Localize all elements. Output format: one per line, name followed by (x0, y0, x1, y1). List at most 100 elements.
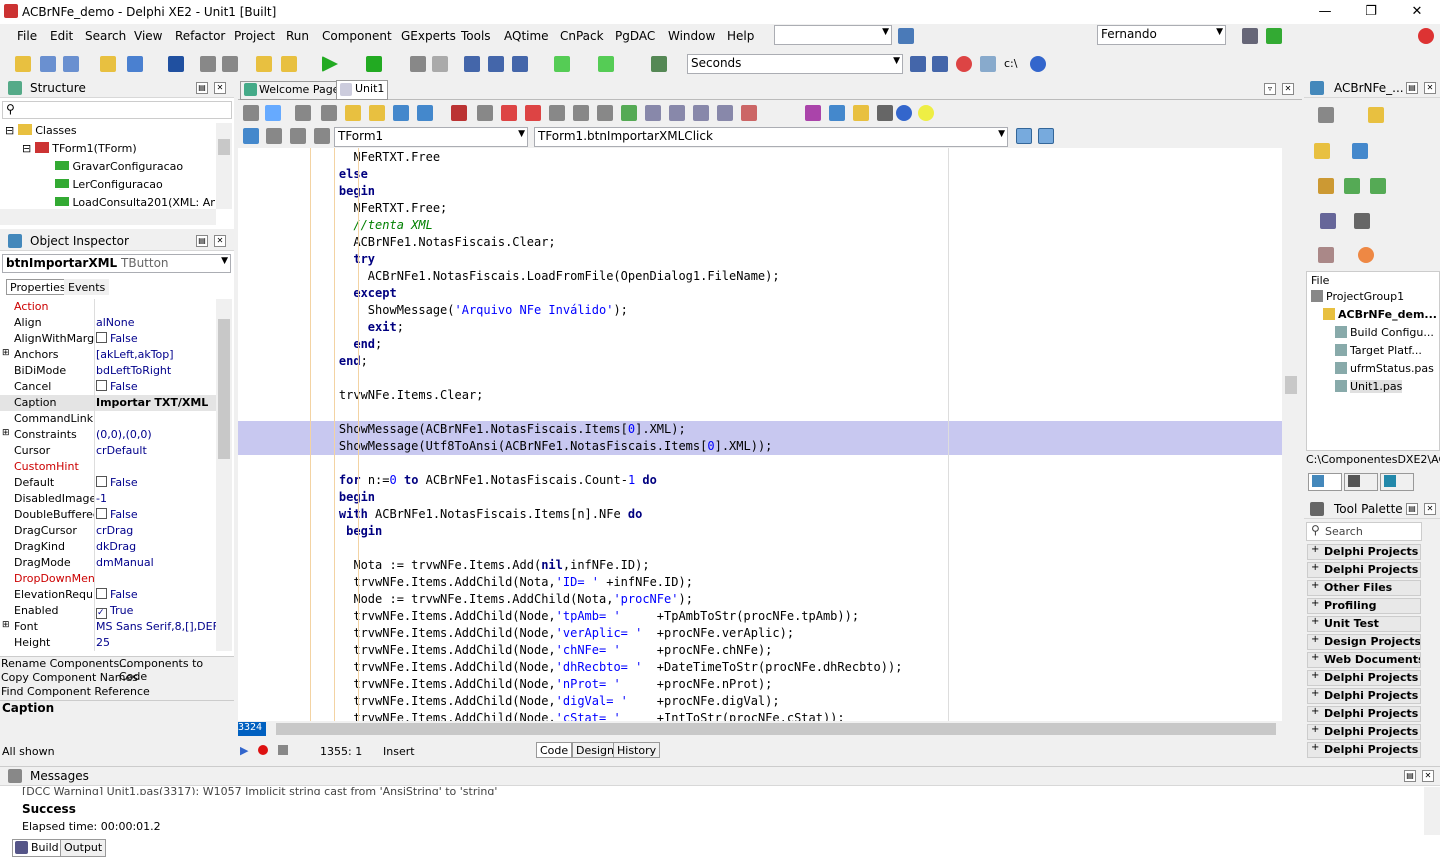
menu-refactor[interactable]: Refactor (175, 29, 225, 43)
help-index-icon[interactable] (651, 56, 667, 72)
code-hscrollbar[interactable]: 3324 (238, 721, 1283, 738)
link-rename-components[interactable]: Rename Components... (1, 657, 130, 670)
property-value[interactable]: 25 (96, 636, 216, 649)
property-value[interactable]: alNone (96, 316, 216, 329)
property-value[interactable]: dmManual (96, 556, 216, 569)
forward-icon[interactable] (598, 56, 614, 72)
reopen-icon[interactable] (127, 56, 143, 72)
palette-category[interactable]: Delphi Projects (1307, 544, 1421, 560)
nav-icon-2[interactable] (266, 128, 282, 144)
inspector-close-icon[interactable]: ✕ (214, 235, 226, 247)
ed-tool-17-icon[interactable] (645, 105, 661, 121)
palette-category[interactable]: Delphi Projects ... (1307, 562, 1421, 578)
code-line[interactable]: ShowMessage(ACBrNFe1.NotasFiscais.Items[… (238, 421, 1282, 438)
tree-tform1[interactable]: ⊟ TForm1(TForm) (22, 142, 137, 155)
tree-classes[interactable]: ⊟ Classes (5, 124, 77, 137)
step-over-icon[interactable] (488, 56, 504, 72)
structure-scrollbar[interactable] (216, 123, 232, 209)
structure-pin-icon[interactable]: ▤ (196, 82, 208, 94)
save-desktop-icon[interactable] (1242, 28, 1258, 44)
ed-tool-24-icon[interactable] (853, 105, 869, 121)
property-row[interactable]: Enabled ✓ True (0, 603, 218, 619)
ed-tool-21-icon[interactable] (741, 105, 757, 121)
aqtime-color-icon[interactable] (956, 56, 972, 72)
property-row[interactable]: Cancel False (0, 379, 218, 395)
palette-category[interactable]: Design Projects (1307, 634, 1421, 650)
code-line[interactable]: trvwNFe.Items.AddChild(Nota,'ID= ' +infN… (310, 574, 693, 591)
code-line[interactable]: with ACBrNFe1.NotasFiscais.Items[n].NFe … (310, 506, 642, 523)
property-row[interactable]: DragKind dkDrag (0, 539, 218, 555)
implementation-icon[interactable] (314, 128, 330, 144)
tab-properties[interactable]: Properties (6, 279, 70, 295)
close-file-icon[interactable] (222, 56, 238, 72)
pm-new-icon[interactable] (1368, 107, 1384, 123)
pm-activate-icon[interactable] (1318, 107, 1334, 123)
code-line[interactable]: trvwNFe.Items.AddChild(Node,'chNFe= ' +p… (310, 642, 772, 659)
ed-tool-5-icon[interactable] (345, 105, 361, 121)
structure-hscrollbar[interactable] (0, 209, 216, 225)
record-macro-play-icon[interactable]: ▶ (240, 744, 248, 757)
property-value[interactable]: MS Sans Serif,8,[],DEFAULT (96, 620, 216, 633)
remove-from-project-icon[interactable] (281, 56, 297, 72)
menu-file[interactable]: File (17, 29, 37, 43)
ed-help-icon[interactable] (896, 105, 912, 121)
tab-events[interactable]: Events (64, 279, 110, 295)
code-line[interactable]: //tenta XML (310, 217, 432, 234)
code-line[interactable]: NFeRTXT.Free (310, 149, 440, 166)
ed-tool-16-icon[interactable] (621, 105, 637, 121)
message-elapsed[interactable]: Elapsed time: 00:00:01.2 (22, 820, 161, 833)
palette-category[interactable]: Delphi Projects ... (1307, 742, 1421, 758)
menu-run[interactable]: Run (286, 29, 309, 43)
ed-tool-6-icon[interactable] (369, 105, 385, 121)
code-line[interactable]: NFeRTXT.Free; (310, 200, 447, 217)
menu-component[interactable]: Component (322, 29, 392, 43)
interface-icon[interactable] (290, 128, 306, 144)
code-line[interactable]: Node := trvwNFe.Items.AddChild(Nota,'pro… (310, 591, 693, 608)
pm-remove-icon[interactable] (1352, 143, 1368, 159)
code-line[interactable]: trvwNFe.Items.AddChild(Node,'digVal= ' +… (310, 693, 779, 710)
ed-tool-7-icon[interactable] (393, 105, 409, 121)
set-debug-desktop-icon[interactable] (1266, 28, 1282, 44)
tree-method-ler[interactable]: LerConfiguracao (55, 178, 163, 191)
menu-aqtime[interactable]: AQtime (504, 29, 549, 43)
property-row[interactable]: CustomHint (0, 459, 218, 475)
code-line[interactable]: begin (310, 523, 382, 540)
palette-category[interactable]: Delphi Projects ... (1307, 670, 1421, 686)
messages-scrollbar[interactable] (1424, 787, 1440, 835)
property-value[interactable]: False (96, 380, 216, 393)
property-row[interactable]: Align alNone (0, 315, 218, 331)
palette-close-icon[interactable]: ✕ (1424, 503, 1436, 515)
property-row[interactable]: AlignWithMarginsFalse (0, 331, 218, 347)
code-line[interactable]: trvwNFe.Items.Clear; (310, 387, 484, 404)
tab-welcome-page[interactable]: Welcome Page (240, 81, 344, 100)
ed-tool-13-icon[interactable] (549, 105, 565, 121)
property-value[interactable]: False (96, 588, 216, 601)
property-value[interactable]: ✓ True (96, 604, 216, 619)
code-line[interactable]: Nota := trvwNFe.Items.Add(nil,infNFe.ID)… (310, 557, 649, 574)
open-icon[interactable] (40, 56, 56, 72)
palette-scrollbar[interactable] (1426, 544, 1440, 760)
property-value[interactable]: (0,0),(0,0) (96, 428, 216, 441)
property-row[interactable]: ⊞FontMS Sans Serif,8,[],DEFAULT (0, 619, 218, 635)
property-value[interactable]: dkDrag (96, 540, 216, 553)
inspector-scrollbar[interactable] (216, 299, 232, 651)
menu-view[interactable]: View (134, 29, 162, 43)
ed-tool-23-icon[interactable] (829, 105, 845, 121)
palette-icon[interactable] (898, 28, 914, 44)
property-value[interactable]: -1 (96, 492, 216, 505)
ed-tool-2-icon[interactable] (265, 105, 281, 121)
back-icon[interactable] (554, 56, 570, 72)
property-row[interactable]: ⊞ Constraints (0,0),(0,0) (0, 427, 218, 443)
menu-gexperts[interactable]: GExperts (401, 29, 456, 43)
pm-sync-icon[interactable] (1318, 178, 1334, 194)
property-row[interactable]: DragMode dmManual (0, 555, 218, 571)
minimize-button[interactable]: — (1302, 0, 1348, 24)
pm-add-icon[interactable] (1314, 143, 1330, 159)
property-row[interactable]: CommandLinkHint (0, 411, 218, 427)
run-without-debug-icon[interactable] (366, 56, 382, 72)
ed-tool-1-icon[interactable] (243, 105, 259, 121)
ed-tool-8-icon[interactable] (417, 105, 433, 121)
tab-code[interactable]: Code (536, 742, 573, 758)
pm-view-icon[interactable] (1320, 213, 1336, 229)
desktop-combo[interactable]: Fernando ▼ (1097, 25, 1226, 45)
